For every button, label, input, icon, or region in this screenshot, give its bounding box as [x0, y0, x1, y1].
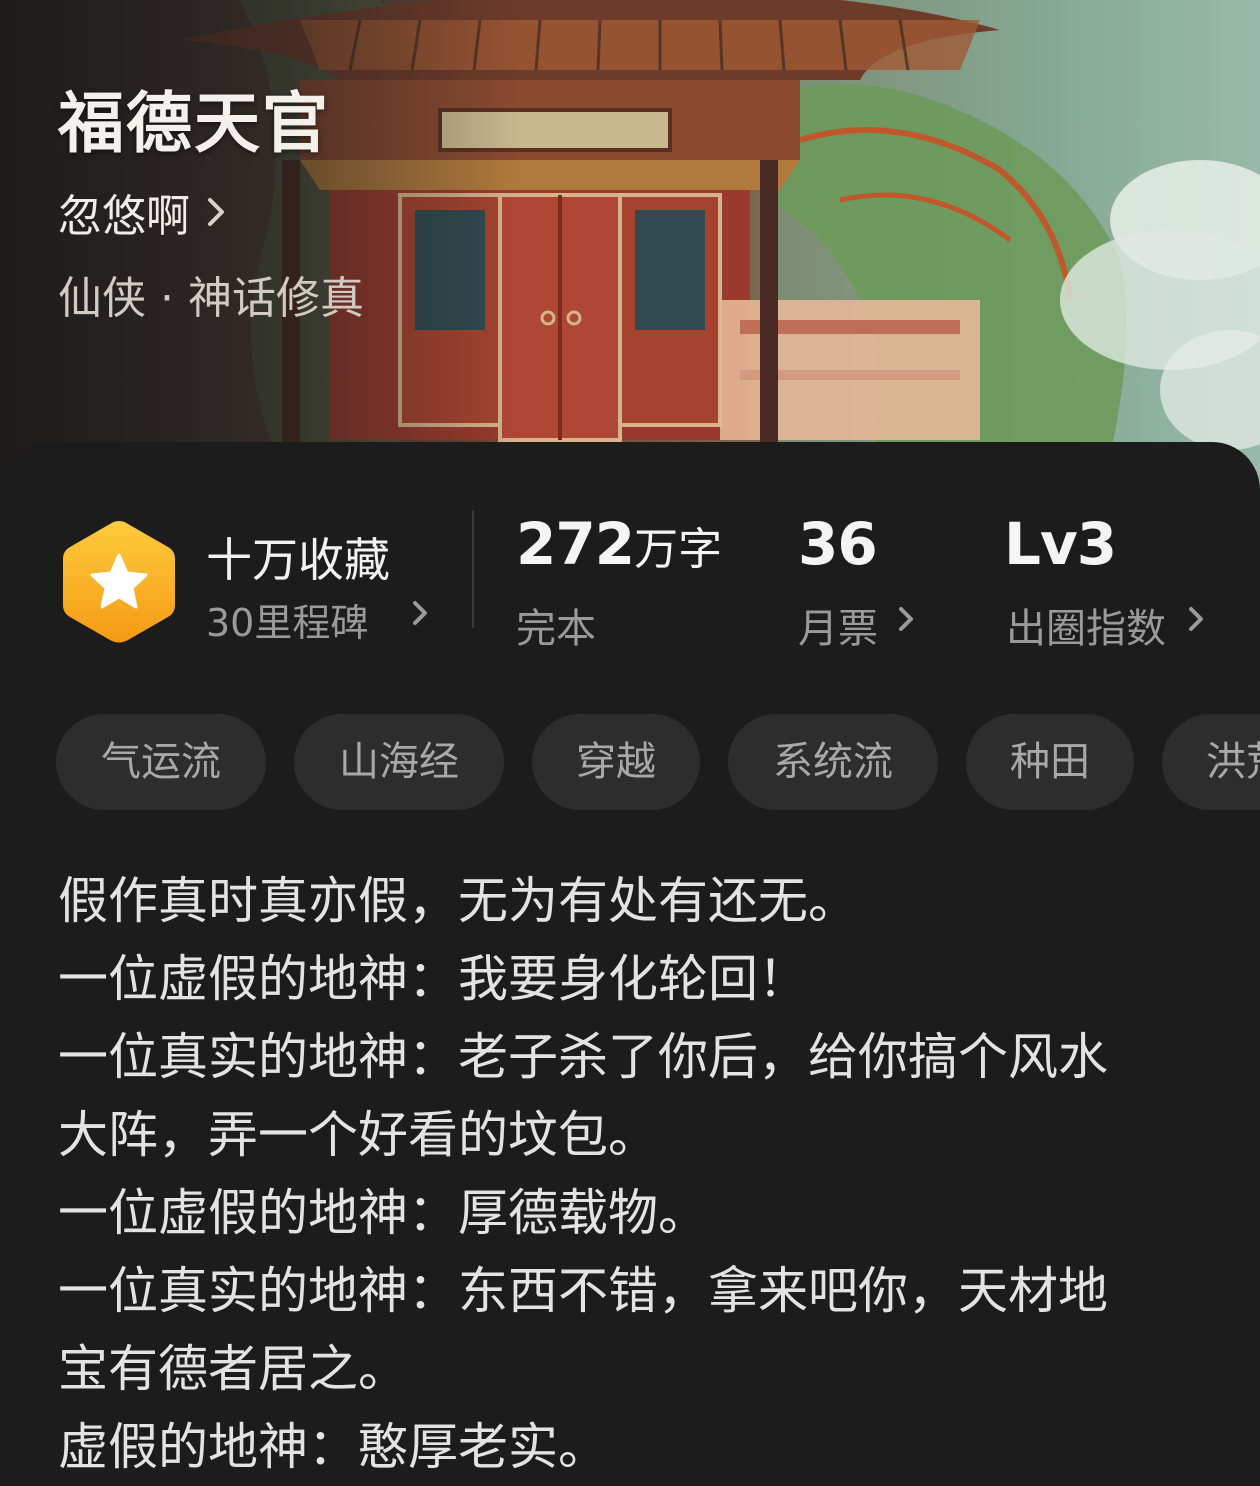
synopsis-line: 宝有德者居之。 — [58, 1340, 408, 1398]
book-title: 福德天官 — [58, 84, 330, 162]
synopsis-line: 假作真时真亦假，无为有处有还无。 — [58, 872, 858, 930]
word-count-unit: 万字 — [634, 524, 723, 575]
tag-chip[interactable]: 洪荒 — [1162, 714, 1260, 810]
word-count-number: 272 — [516, 510, 635, 578]
chevron-right-icon — [1189, 607, 1203, 631]
tag-chip[interactable]: 系统流 — [728, 714, 938, 810]
completion-status: 完本 — [516, 606, 596, 652]
level-value: Lv3 — [1004, 510, 1117, 578]
synopsis-line: 一位虚假的地神：厚德载物。 — [58, 1184, 708, 1242]
synopsis-line: 一位真实的地神：东西不错，拿来吧你，天材地 — [58, 1262, 1108, 1320]
author-name: 忽悠啊 — [58, 191, 190, 242]
favorites-label: 十万收藏 — [206, 533, 390, 587]
star-hexagon-icon — [63, 521, 175, 643]
word-count: 272万字 — [516, 510, 722, 578]
chevron-right-icon — [413, 601, 427, 625]
tag-chip[interactable]: 穿越 — [532, 714, 700, 810]
synopsis-line: 一位虚假的地神：我要身化轮回！ — [58, 950, 808, 1008]
synopsis-line: 一位真实的地神：老子杀了你后，给你搞个风水 — [58, 1028, 1108, 1086]
book-info-panel: 十万收藏 30里程碑 272万字 完本 36 月票 Lv3 出圈指数 气运流 山… — [0, 442, 1260, 1485]
synopsis-line: 虚假的地神：憨厚老实。 — [58, 1418, 608, 1476]
tag-chip[interactable]: 种田 — [966, 714, 1134, 810]
cover-banner: 福德天官 忽悠啊 仙侠 · 神话修真 — [0, 0, 1260, 500]
chevron-right-icon — [208, 198, 224, 226]
tag-chip[interactable]: 山海经 — [294, 714, 504, 810]
level-label: 出圈指数 — [1006, 606, 1166, 652]
synopsis-line: 大阵，弄一个好看的坟包。 — [58, 1106, 658, 1164]
genre-label: 仙侠 · 神话修真 — [58, 273, 364, 324]
author-link[interactable]: 忽悠啊 — [58, 180, 226, 244]
synopsis: 假作真时真亦假，无为有处有还无。 一位虚假的地神：我要身化轮回！ 一位真实的地神… — [58, 862, 1188, 1486]
monthly-votes-label: 月票 — [798, 606, 878, 652]
milestone-label: 30里程碑 — [206, 601, 369, 645]
tag-chip[interactable]: 气运流 — [56, 714, 266, 810]
monthly-votes-value: 36 — [798, 510, 878, 578]
stats-divider — [472, 510, 474, 628]
stats-row: 十万收藏 30里程碑 272万字 完本 36 月票 Lv3 出圈指数 — [0, 442, 1260, 682]
chevron-right-icon — [899, 607, 913, 631]
tag-list: 气运流山海经穿越系统流种田洪荒 — [56, 714, 1260, 814]
